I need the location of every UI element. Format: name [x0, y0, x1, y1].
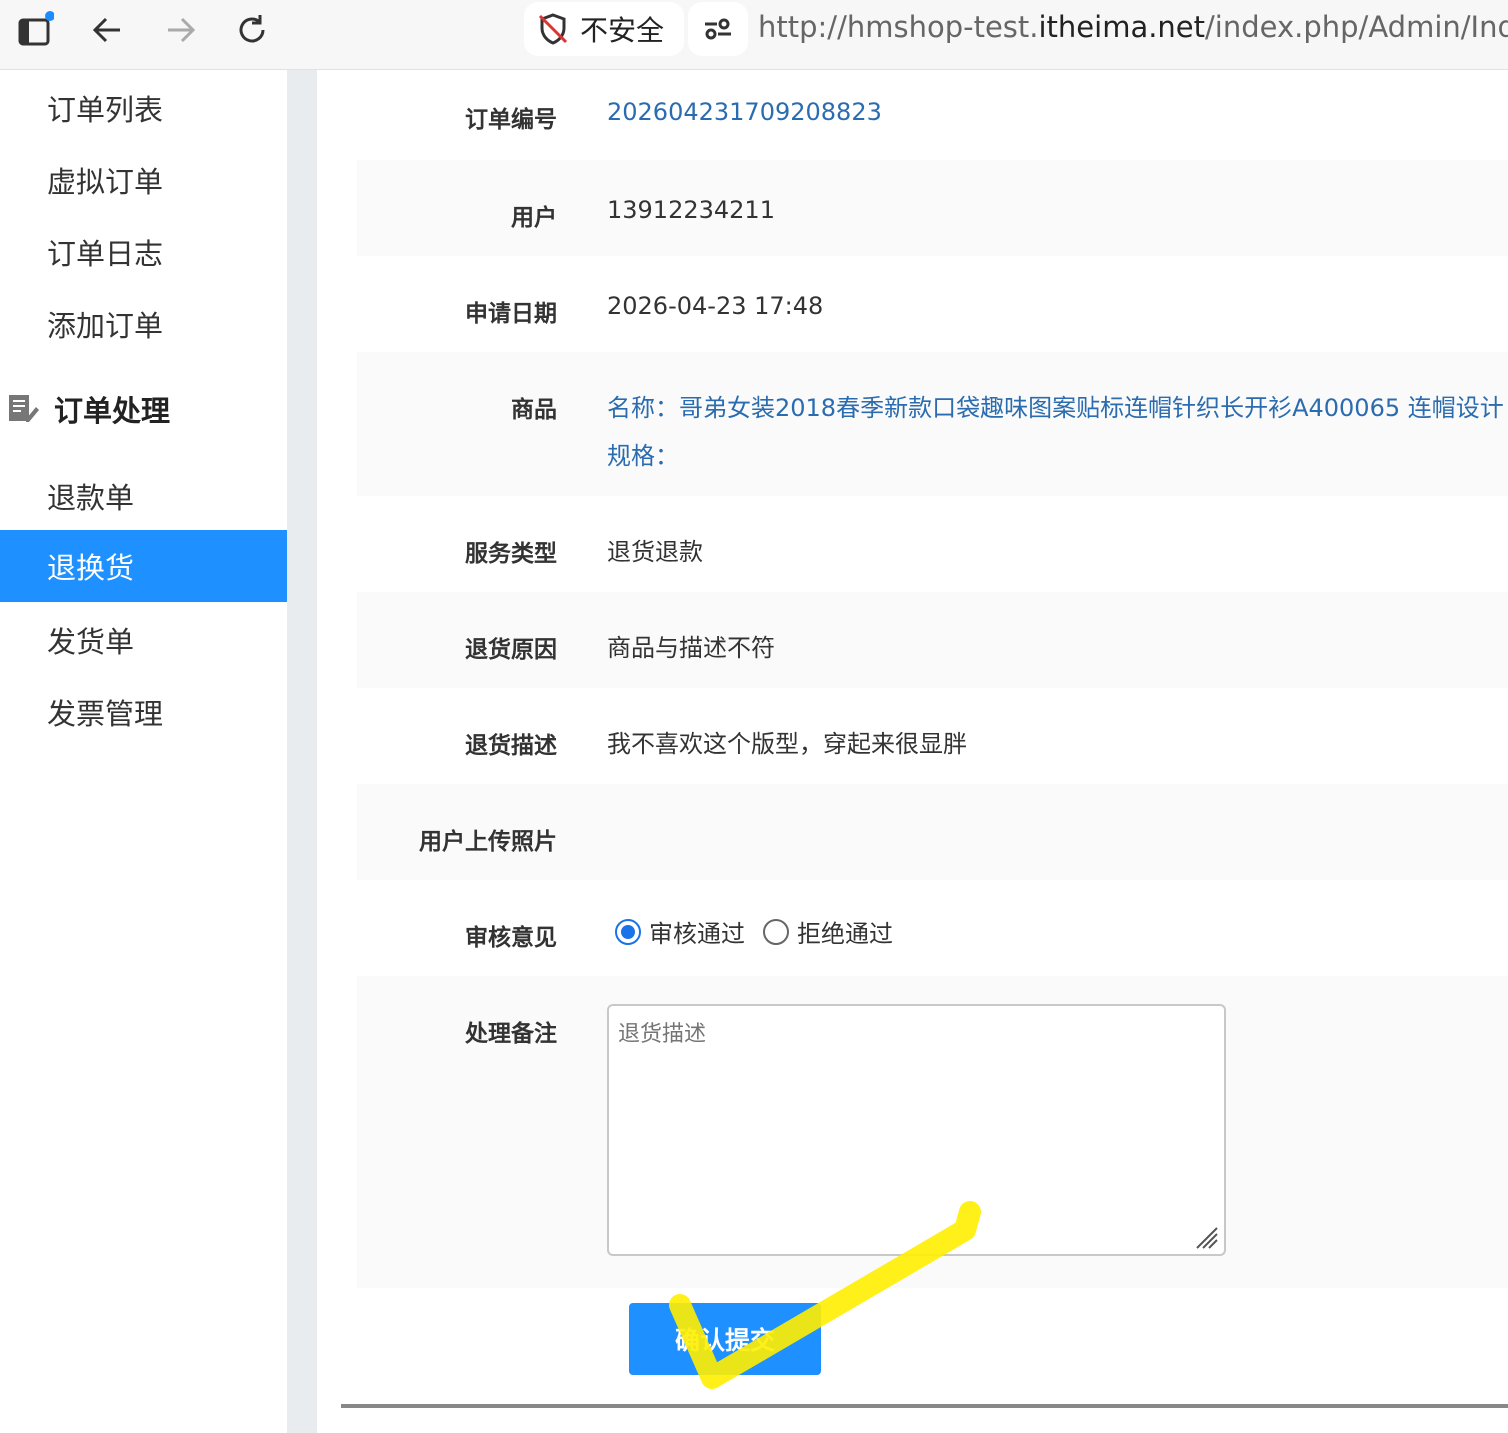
footer-divider: [341, 1404, 1508, 1408]
sidebar: 订单列表 虚拟订单 订单日志 添加订单 订单处理 退款单 退换货 发货单 发票管…: [0, 70, 287, 1433]
goods-name[interactable]: 名称：哥弟女装2018春季新款口袋趣味图案贴标连帽针织长开衫A400065 连帽…: [607, 388, 1508, 423]
order-no-label: 订单编号: [465, 107, 557, 133]
row-user: 用户 13912234211: [357, 160, 1508, 256]
row-date: 申请日期 2026-04-23 17:48: [357, 256, 1508, 352]
radio-approve[interactable]: [615, 918, 641, 945]
reload-icon[interactable]: [232, 10, 272, 50]
security-indicator[interactable]: 不安全: [524, 2, 684, 56]
sidebar-item-order-list[interactable]: 订单列表: [0, 72, 287, 144]
user-value: 13912234211: [607, 196, 775, 224]
insecure-label: 不安全: [580, 14, 665, 47]
return-detail-form: 订单编号 202604231709208823 用户 13912234211 申…: [317, 70, 1508, 1433]
goods-label: 商品: [511, 397, 557, 423]
user-label: 用户: [511, 205, 557, 231]
tab-actions-icon[interactable]: [14, 10, 54, 50]
description-label: 退货描述: [465, 733, 557, 759]
browser-toolbar: 不安全 http://hmshop-test.itheima.net/index…: [0, 0, 1508, 70]
radio-reject[interactable]: [763, 918, 789, 945]
back-icon[interactable]: [88, 10, 128, 50]
goods-spec: 规格：: [607, 442, 679, 470]
sidebar-item-invoices[interactable]: 发票管理: [0, 676, 287, 748]
description-value: 我不喜欢这个版型，穿起来很显胖: [607, 730, 967, 758]
reason-value: 商品与描述不符: [607, 634, 775, 662]
remark-textarea[interactable]: [607, 1004, 1226, 1256]
sidebar-item-refunds[interactable]: 退款单: [0, 460, 287, 532]
row-goods: 商品 名称：哥弟女装2018春季新款口袋趣味图案贴标连帽针织长开衫A400065…: [357, 352, 1508, 496]
remark-label: 处理备注: [465, 1021, 557, 1047]
date-label: 申请日期: [465, 301, 557, 327]
sidebar-item-returns[interactable]: 退换货: [0, 530, 287, 602]
sidebar-item-add-order[interactable]: 添加订单: [0, 288, 287, 360]
review-label: 审核意见: [465, 925, 557, 951]
row-reason: 退货原因 商品与描述不符: [357, 592, 1508, 688]
reason-label: 退货原因: [465, 637, 557, 663]
row-photos: 用户上传照片: [357, 784, 1508, 880]
resize-grip-icon[interactable]: [1189, 1220, 1219, 1250]
sidebar-group-label: 订单处理: [54, 394, 171, 428]
site-settings-icon[interactable]: [688, 2, 748, 56]
sidebar-item-virtual-orders[interactable]: 虚拟订单: [0, 144, 287, 216]
address-bar[interactable]: http://hmshop-test.itheima.net/index.php…: [758, 10, 1508, 44]
service-value: 退货退款: [607, 538, 703, 566]
sidebar-gutter: [287, 70, 317, 1433]
not-secure-icon: [538, 13, 568, 45]
sidebar-item-order-log[interactable]: 订单日志: [0, 216, 287, 288]
order-no-value[interactable]: 202604231709208823: [607, 98, 882, 126]
radio-approve-label[interactable]: 审核通过: [649, 914, 745, 949]
radio-reject-label[interactable]: 拒绝通过: [797, 914, 893, 949]
photos-label: 用户上传照片: [419, 829, 557, 855]
row-review: 审核意见 审核通过 拒绝通过: [357, 880, 1508, 976]
row-description: 退货描述 我不喜欢这个版型，穿起来很显胖: [357, 688, 1508, 784]
confirm-submit-button[interactable]: 确认提交: [629, 1303, 821, 1375]
service-label: 服务类型: [465, 541, 557, 567]
sidebar-item-shipments[interactable]: 发货单: [0, 604, 287, 676]
date-value: 2026-04-23 17:48: [607, 292, 824, 320]
row-order-no: 订单编号 202604231709208823: [357, 70, 1508, 160]
edit-document-icon: [9, 395, 39, 422]
sidebar-group-order-processing[interactable]: 订单处理: [0, 373, 287, 445]
row-service-type: 服务类型 退货退款: [357, 496, 1508, 592]
forward-icon[interactable]: [160, 10, 200, 50]
review-radio-group: 审核通过 拒绝通过: [615, 914, 893, 949]
row-remark: 处理备注: [357, 976, 1508, 1288]
